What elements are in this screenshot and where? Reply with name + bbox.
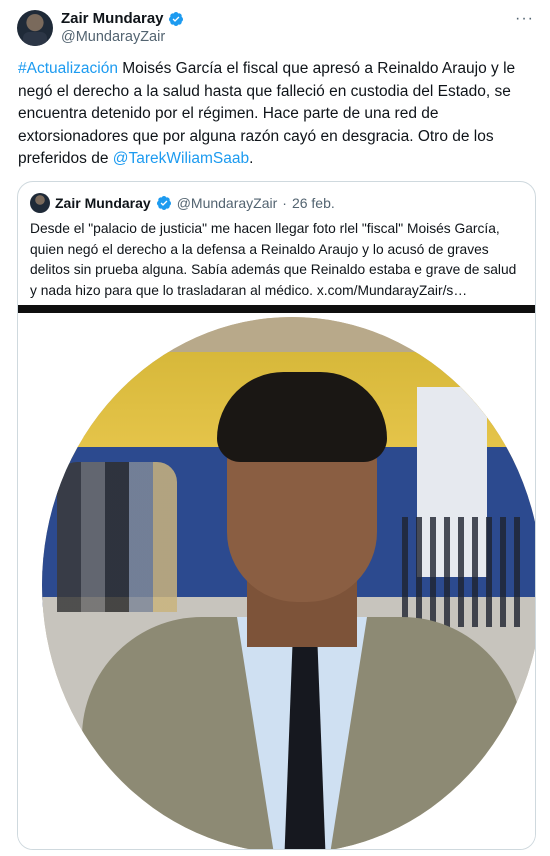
- post-text-part2: .: [249, 150, 254, 167]
- quoted-post-photo[interactable]: [18, 305, 535, 849]
- verified-badge-icon: [156, 196, 171, 210]
- man-hair: [217, 372, 387, 462]
- mention-link[interactable]: @TarekWiliamSaab: [113, 150, 249, 167]
- tweet: Zair Mundaray @MundarayZair ··· #Actuali…: [0, 0, 550, 856]
- author-handle[interactable]: @MundarayZair: [61, 29, 165, 45]
- author-name[interactable]: Zair Mundaray: [61, 10, 164, 27]
- author-avatar[interactable]: [17, 10, 53, 46]
- background-chairs: [402, 517, 522, 627]
- photo-top-bar: [18, 305, 535, 313]
- background-people: [57, 462, 177, 612]
- verified-badge-icon: [168, 11, 183, 26]
- hashtag-link[interactable]: #Actualización: [18, 60, 118, 77]
- quoted-author-name: Zair Mundaray: [55, 195, 151, 211]
- quoted-post-date: 26 feb.: [291, 195, 335, 211]
- quoted-author-handle: @MundarayZair: [176, 195, 278, 211]
- portrait-circle: [42, 317, 535, 849]
- separator-dot: ·: [282, 195, 287, 211]
- quoted-author-avatar: [30, 193, 50, 213]
- post-text: #Actualización Moisés García el fiscal q…: [18, 58, 533, 171]
- more-options-icon[interactable]: ···: [515, 10, 534, 28]
- quoted-post-text: Desde el "palacio de justicia" me hacen …: [30, 221, 517, 298]
- quoted-post[interactable]: Zair Mundaray @MundarayZair · 26 feb. De…: [17, 181, 536, 850]
- author-name-row: Zair Mundaray: [61, 10, 184, 27]
- quoted-post-header: Zair Mundaray @MundarayZair · 26 feb.: [30, 193, 335, 213]
